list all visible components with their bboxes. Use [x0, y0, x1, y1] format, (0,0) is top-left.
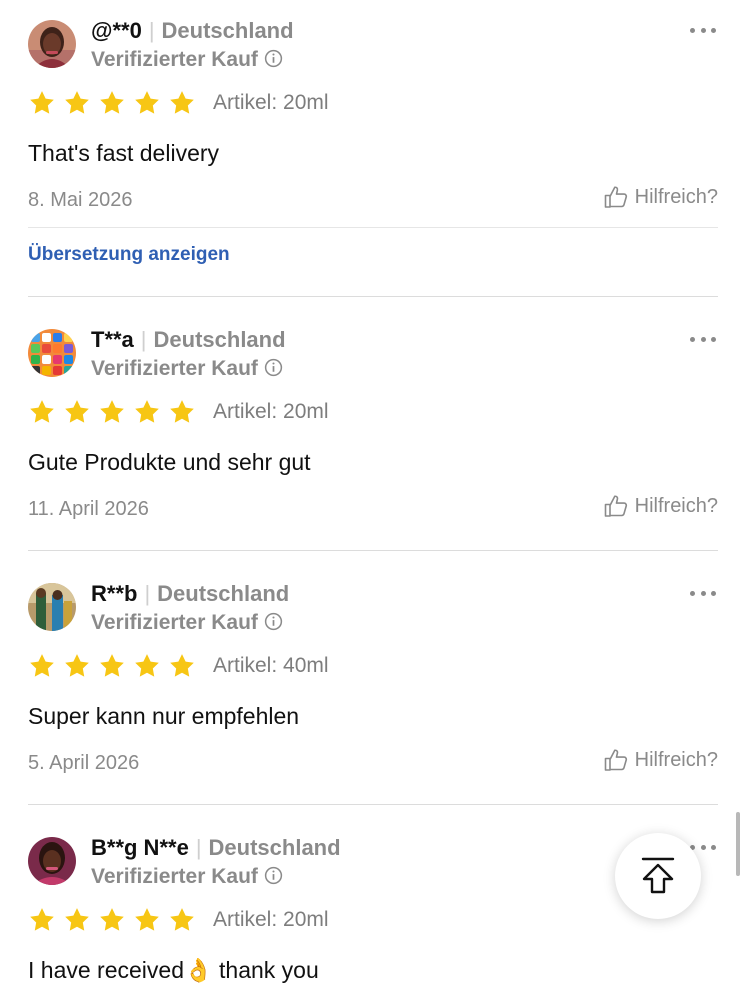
- star-icon: [65, 908, 89, 931]
- reviewer-country: Deutschland: [208, 835, 341, 860]
- item-variant: Artikel: 40ml: [213, 654, 329, 677]
- review-text: Gute Produkte und sehr gut: [28, 449, 311, 475]
- verified-label: Verifizierter Kauf: [91, 611, 258, 634]
- reviewer-name[interactable]: R**b: [91, 581, 137, 606]
- info-icon[interactable]: [264, 612, 283, 631]
- back-to-top-button[interactable]: [615, 833, 701, 919]
- reviewer-country: Deutschland: [157, 581, 290, 606]
- avatar[interactable]: [28, 837, 76, 885]
- review-text-part: thank you: [212, 957, 319, 983]
- back-to-top-icon: [641, 857, 675, 894]
- review-divider: [28, 550, 718, 551]
- star-icon: [135, 908, 159, 931]
- review-divider: [28, 296, 718, 297]
- star-icon: [30, 400, 54, 423]
- star-icon: [170, 908, 194, 931]
- star-icon: [170, 654, 194, 677]
- info-icon[interactable]: [264, 49, 283, 68]
- review-date: 11. April 2026: [28, 498, 149, 520]
- rating-row: Artikel: 20ml: [28, 905, 329, 935]
- user-line: R**b | Deutschland: [91, 580, 289, 608]
- helpful-label: Hilfreich?: [634, 749, 718, 771]
- star-icon: [135, 400, 159, 423]
- review-card: @**0 | Deutschland Verifizierter Kauf Arti…: [28, 17, 718, 280]
- helpful-button[interactable]: Hilfreich?: [603, 747, 718, 773]
- helpful-label: Hilfreich?: [634, 495, 718, 517]
- star-icon: [135, 654, 159, 677]
- review-date: 8. Mai 2026: [28, 189, 133, 211]
- info-icon[interactable]: [264, 866, 283, 885]
- star-icon: [135, 91, 159, 114]
- avatar[interactable]: [28, 329, 76, 377]
- inner-divider: [28, 227, 718, 228]
- verified-purchase: Verifizierter Kauf: [91, 863, 283, 891]
- separator: |: [144, 581, 151, 606]
- rating-row: Artikel: 40ml: [28, 651, 329, 681]
- thumbs-up-icon: [604, 186, 627, 208]
- separator: |: [140, 327, 147, 352]
- review-text: That's fast delivery: [28, 140, 220, 166]
- user-line: T**a | Deutschland: [91, 326, 286, 354]
- show-translation-link[interactable]: Übersetzung anzeigen: [28, 244, 230, 266]
- reviewer-country: Deutschland: [161, 18, 294, 43]
- scrollbar[interactable]: [736, 812, 740, 876]
- star-icon: [100, 908, 124, 931]
- more-icon[interactable]: [690, 22, 716, 38]
- verified-purchase: Verifizierter Kauf: [91, 46, 283, 74]
- review-card: B**g N**e | Deutschland Verifizierter Kauf…: [28, 834, 718, 1000]
- verified-label: Verifizierter Kauf: [91, 865, 258, 888]
- reviewer-name[interactable]: T**a: [91, 327, 134, 352]
- star-icon: [30, 908, 54, 931]
- verified-purchase: Verifizierter Kauf: [91, 355, 283, 383]
- review-text-part: I have received: [28, 957, 184, 983]
- review-text: I have received👌 thank you: [28, 955, 319, 985]
- avatar[interactable]: [28, 20, 76, 68]
- more-icon[interactable]: [690, 585, 716, 601]
- reviewer-name[interactable]: @**0: [91, 18, 142, 43]
- helpful-button[interactable]: Hilfreich?: [603, 184, 718, 210]
- star-icon: [65, 654, 89, 677]
- star-icon: [30, 654, 54, 677]
- star-icon: [100, 654, 124, 677]
- review-card: R**b | Deutschland Verifizierter Kauf Arti…: [28, 580, 718, 783]
- verified-purchase: Verifizierter Kauf: [91, 609, 283, 637]
- review-card: T**a | Deutschland Verifizierter Kauf Arti…: [28, 326, 718, 529]
- helpful-label: Hilfreich?: [634, 186, 718, 208]
- item-variant: Artikel: 20ml: [213, 908, 329, 931]
- star-icon: [65, 91, 89, 114]
- star-icon: [30, 91, 54, 114]
- review-date: 5. April 2026: [28, 752, 140, 774]
- verified-label: Verifizierter Kauf: [91, 357, 258, 380]
- rating-row: Artikel: 20ml: [28, 397, 329, 427]
- user-line: B**g N**e | Deutschland: [91, 834, 341, 862]
- info-icon[interactable]: [264, 358, 283, 377]
- verified-label: Verifizierter Kauf: [91, 48, 258, 71]
- reviewer-name[interactable]: B**g N**e: [91, 835, 189, 860]
- thumbs-up-icon: [604, 495, 627, 517]
- review-divider: [28, 804, 718, 805]
- rating-row: Artikel: 20ml: [28, 88, 329, 118]
- helpful-button[interactable]: Hilfreich?: [603, 493, 718, 519]
- separator: |: [195, 835, 202, 860]
- thumbs-up-icon: [604, 749, 627, 771]
- separator: |: [148, 18, 155, 43]
- avatar[interactable]: [28, 583, 76, 631]
- more-icon[interactable]: [690, 331, 716, 347]
- review-text: Super kann nur empfehlen: [28, 703, 300, 729]
- ok-hand-emoji: 👌: [183, 957, 213, 983]
- reviewer-country: Deutschland: [153, 327, 286, 352]
- star-icon: [170, 91, 194, 114]
- star-icon: [65, 400, 89, 423]
- user-line: @**0 | Deutschland: [91, 17, 294, 45]
- star-icon: [100, 91, 124, 114]
- reviews-page: @**0 | Deutschland Verifizierter Kauf Arti…: [0, 0, 746, 1000]
- item-variant: Artikel: 20ml: [213, 91, 329, 114]
- star-icon: [100, 400, 124, 423]
- star-icon: [170, 400, 194, 423]
- item-variant: Artikel: 20ml: [213, 400, 329, 423]
